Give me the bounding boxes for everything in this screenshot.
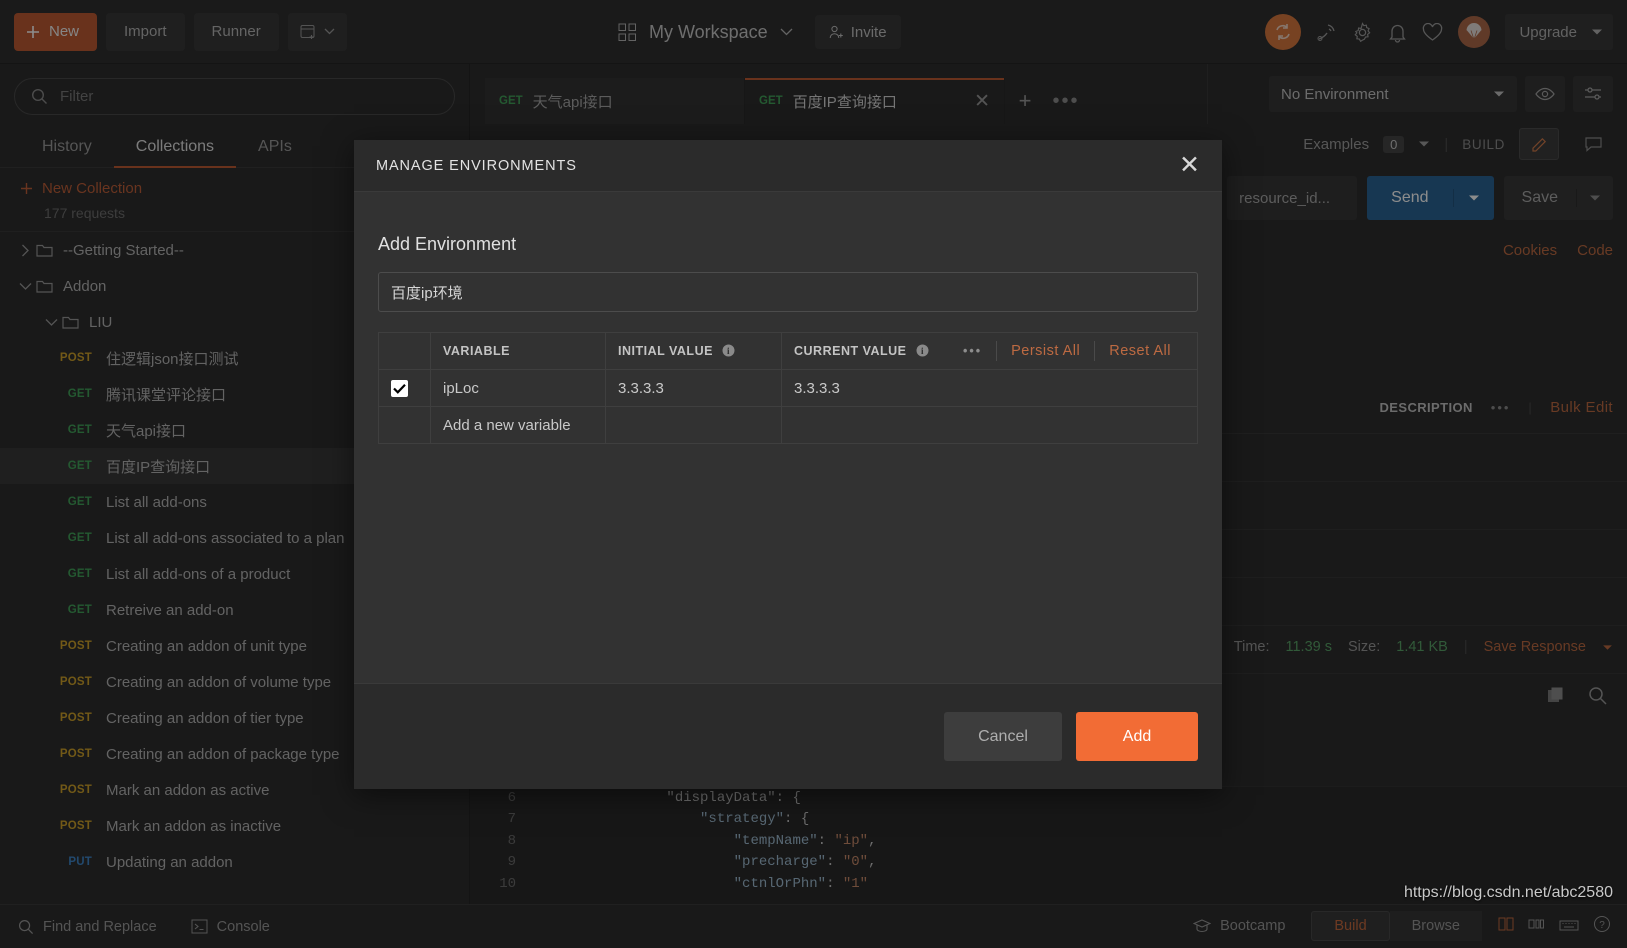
initial-value-label: INITIAL VALUE bbox=[618, 344, 713, 358]
variable-checkbox[interactable] bbox=[391, 379, 408, 397]
variable-name-cell[interactable]: ipLoc bbox=[430, 369, 606, 407]
modal-body: Add Environment VARIABLE INITIAL VALUE i bbox=[354, 192, 1222, 683]
watermark: https://blog.csdn.net/abc2580 bbox=[1403, 884, 1613, 901]
new-variable-current-cell[interactable] bbox=[781, 406, 1198, 444]
cancel-button[interactable]: Cancel bbox=[944, 712, 1062, 761]
variables-table-body: ipLoc 3.3.3.3 3.3.3.3 Add a new variable bbox=[378, 369, 1198, 444]
variable-current-value-cell[interactable]: 3.3.3.3 bbox=[781, 369, 1198, 407]
add-environment-title: Add Environment bbox=[378, 234, 517, 254]
svg-text:i: i bbox=[727, 346, 730, 356]
variable-row[interactable]: ipLoc 3.3.3.3 3.3.3.3 bbox=[378, 369, 1198, 407]
reset-all-button[interactable]: Reset All bbox=[1095, 343, 1185, 359]
modal-footer: Cancel Add bbox=[354, 683, 1222, 789]
modal-title: MANAGE ENVIRONMENTS bbox=[376, 157, 577, 174]
new-variable-initial-cell[interactable] bbox=[605, 406, 782, 444]
close-icon[interactable]: ✕ bbox=[1179, 153, 1200, 178]
table-actions: ••• Persist All Reset All bbox=[949, 341, 1185, 361]
select-all-header bbox=[378, 332, 431, 370]
modal-header: MANAGE ENVIRONMENTS ✕ bbox=[354, 140, 1222, 192]
table-options-button[interactable]: ••• bbox=[949, 344, 996, 358]
variable-initial-value-cell[interactable]: 3.3.3.3 bbox=[605, 369, 782, 407]
environment-name-input[interactable] bbox=[378, 272, 1198, 312]
manage-environments-modal: MANAGE ENVIRONMENTS ✕ Add Environment VA… bbox=[354, 140, 1222, 789]
add-new-variable-row[interactable]: Add a new variable bbox=[378, 406, 1198, 444]
new-variable-enabled-cell bbox=[378, 406, 431, 444]
current-value-label: CURRENT VALUE bbox=[794, 344, 907, 358]
postman-window: New Import Runner My Workspace Invite Up… bbox=[0, 0, 1627, 948]
info-icon[interactable]: i bbox=[722, 344, 735, 357]
variables-table: VARIABLE INITIAL VALUE i CURRENT VALUE i… bbox=[378, 332, 1198, 444]
variable-enabled-cell bbox=[378, 369, 431, 407]
initial-value-column-header: INITIAL VALUE i bbox=[605, 332, 782, 370]
variables-table-header-row: VARIABLE INITIAL VALUE i CURRENT VALUE i… bbox=[378, 332, 1198, 370]
current-value-column-header: CURRENT VALUE i ••• Persist All Reset Al… bbox=[781, 332, 1198, 370]
variable-column-header: VARIABLE bbox=[430, 332, 606, 370]
persist-all-button[interactable]: Persist All bbox=[997, 343, 1094, 359]
new-variable-placeholder[interactable]: Add a new variable bbox=[430, 406, 606, 444]
add-button[interactable]: Add bbox=[1076, 712, 1198, 761]
svg-text:i: i bbox=[921, 346, 924, 356]
info-icon[interactable]: i bbox=[916, 344, 929, 357]
